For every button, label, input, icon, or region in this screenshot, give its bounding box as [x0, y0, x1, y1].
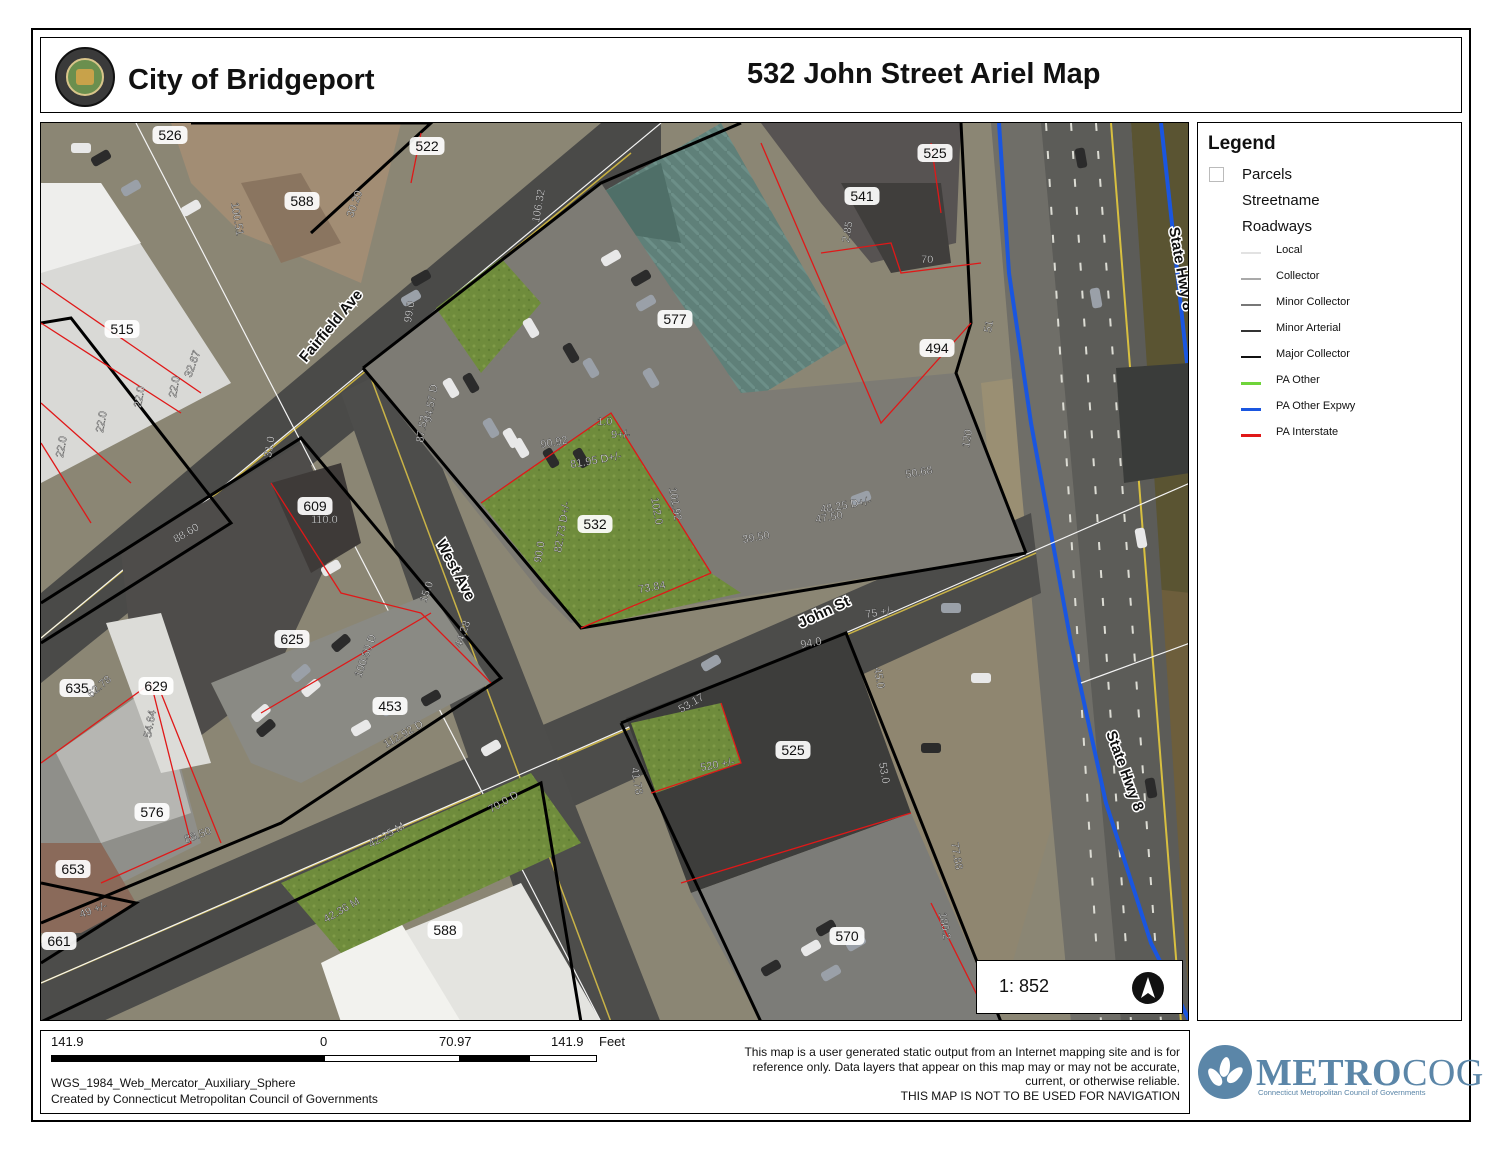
- svg-text:525: 525: [781, 742, 805, 758]
- svg-text:609: 609: [303, 498, 327, 514]
- svg-text:576: 576: [140, 804, 164, 820]
- parcel-dimension-label: 110.0: [311, 514, 338, 526]
- map-footer: 141.9 0 70.97 141.9 Feet WGS_1984_Web_Me…: [40, 1030, 1190, 1114]
- svg-text:588: 588: [433, 922, 457, 938]
- disclaimer: This map is a user generated static outp…: [720, 1045, 1180, 1103]
- parcel-label[interactable]: 525: [917, 144, 953, 162]
- legend-roadway-swatch: [1241, 252, 1261, 254]
- legend-layer-roadways: Roadways: [1242, 218, 1313, 235]
- legend-roadway-label: PA Interstate: [1276, 426, 1339, 438]
- svg-text:522: 522: [415, 138, 439, 154]
- parcel-label[interactable]: 494: [919, 339, 955, 357]
- legend-layer-parcels: Parcels: [1242, 166, 1293, 183]
- scale-bar-right-segment-1: [460, 1055, 529, 1062]
- parcel-label[interactable]: 525: [775, 741, 811, 759]
- svg-text:629: 629: [144, 678, 168, 694]
- scale-bar-mid-segment: [324, 1055, 460, 1062]
- scale-label-right: 141.9: [551, 1034, 584, 1049]
- legend-roadway-label: Minor Collector: [1276, 296, 1350, 308]
- legend-roadway-swatch: [1241, 356, 1261, 358]
- disclaimer-text: This map is a user generated static outp…: [744, 1045, 1180, 1088]
- parcel-label[interactable]: 522: [409, 137, 445, 155]
- metrocog-subtitle: Connecticut Metropolitan Council of Gove…: [1258, 1088, 1426, 1097]
- scale-bar-left-segment: [51, 1055, 324, 1062]
- parcel-label[interactable]: 541: [844, 187, 880, 205]
- svg-text:541: 541: [850, 188, 874, 204]
- parcel-label[interactable]: 629: [138, 677, 174, 695]
- scale-label-zero: 0: [320, 1034, 328, 1049]
- map-title: 532 John Street Ariel Map: [747, 58, 1101, 90]
- svg-text:661: 661: [47, 933, 71, 949]
- parcel-dimension-label: 1.0: [597, 416, 612, 428]
- parcel-dimension-label: 70: [921, 254, 933, 266]
- legend-roadway-label: PA Other: [1276, 374, 1320, 386]
- parcel-label[interactable]: 515: [104, 320, 140, 338]
- aerial-map[interactable]: 526 522 588 525 541 515 577 494 609 532 625 635 629 4…: [40, 122, 1189, 1021]
- scale-label-mid: 70.97: [439, 1034, 472, 1049]
- city-seal-icon: [55, 47, 115, 107]
- disclaimer-warning: THIS MAP IS NOT TO BE USED FOR NAVIGATIO…: [900, 1088, 1180, 1103]
- parcel-label[interactable]: 532: [577, 515, 613, 533]
- legend-roadway-label: Collector: [1276, 270, 1320, 282]
- svg-text:453: 453: [378, 698, 402, 714]
- parcel-label[interactable]: 588: [284, 192, 320, 210]
- svg-text:526: 526: [158, 127, 182, 143]
- svg-text:653: 653: [61, 861, 85, 877]
- parcel-label[interactable]: 453: [372, 697, 408, 715]
- legend-panel: Legend Parcels Streetname Roadways Local…: [1197, 122, 1462, 1021]
- north-arrow-icon: [1132, 972, 1164, 1004]
- parcel-label[interactable]: 588: [427, 921, 463, 939]
- svg-text:635: 635: [65, 680, 89, 696]
- projection-text: WGS_1984_Web_Mercator_Auxiliary_Sphere: [51, 1076, 296, 1090]
- parcels-swatch-icon: [1209, 167, 1224, 182]
- parcel-label[interactable]: 609: [297, 497, 333, 515]
- legend-layer-streetname: Streetname: [1242, 192, 1320, 209]
- parcel-label[interactable]: 625: [274, 630, 310, 648]
- scale-label-left: 141.9: [51, 1034, 84, 1049]
- scale-ratio-box: 1: 852: [976, 960, 1183, 1014]
- svg-text:570: 570: [835, 928, 859, 944]
- svg-text:588: 588: [290, 193, 314, 209]
- scale-unit: Feet: [599, 1034, 626, 1049]
- city-title: City of Bridgeport: [128, 64, 375, 96]
- aerial-map-canvas[interactable]: 526 522 588 525 541 515 577 494 609 532 625 635 629 4…: [41, 123, 1189, 1021]
- legend-roadway-swatch: [1241, 434, 1261, 437]
- scale-bar-right-segment-2: [529, 1055, 597, 1062]
- parcel-label[interactable]: 653: [55, 860, 91, 878]
- svg-text:515: 515: [110, 321, 134, 337]
- legend-roadway-swatch: [1241, 304, 1261, 306]
- legend-title: Legend: [1208, 133, 1276, 154]
- parcel-label[interactable]: 576: [134, 803, 170, 821]
- parcel-dimension-label: 9+/-: [611, 429, 631, 441]
- svg-text:577: 577: [663, 311, 687, 327]
- legend-roadway-swatch: [1241, 278, 1261, 280]
- legend-roadway-label: Major Collector: [1276, 348, 1350, 360]
- parcel-label[interactable]: 526: [152, 126, 188, 144]
- legend-roadway-label: PA Other Expwy: [1276, 400, 1356, 412]
- svg-text:532: 532: [583, 516, 607, 532]
- legend-roadway-label: Local: [1276, 244, 1303, 256]
- legend-roadway-label: Minor Arterial: [1276, 322, 1341, 334]
- parcel-label[interactable]: 570: [829, 927, 865, 945]
- scale-ratio-text: 1: 852: [999, 976, 1050, 996]
- metrocog-logo: METROCOG Connecticut Metropolitan Counci…: [1198, 1041, 1483, 1107]
- parked-car: [921, 743, 941, 753]
- svg-text:625: 625: [280, 631, 304, 647]
- credit-text: Created by Connecticut Metropolitan Coun…: [51, 1092, 378, 1106]
- legend-roadway-swatch: [1241, 382, 1261, 385]
- map-header: City of Bridgeport 532 John Street Ariel…: [40, 37, 1462, 113]
- legend-roadway-swatch: [1241, 330, 1261, 332]
- parked-car: [971, 673, 991, 683]
- svg-text:494: 494: [925, 340, 949, 356]
- parked-car: [71, 143, 91, 153]
- parcel-label[interactable]: 577: [657, 310, 693, 328]
- parcel-label[interactable]: 661: [41, 932, 77, 950]
- parcel-dimension-label: 51: [982, 319, 996, 333]
- legend-roadway-swatch: [1241, 408, 1261, 411]
- parked-car: [941, 603, 961, 613]
- metrocog-leaf-icon: [1198, 1045, 1252, 1099]
- svg-text:525: 525: [923, 145, 947, 161]
